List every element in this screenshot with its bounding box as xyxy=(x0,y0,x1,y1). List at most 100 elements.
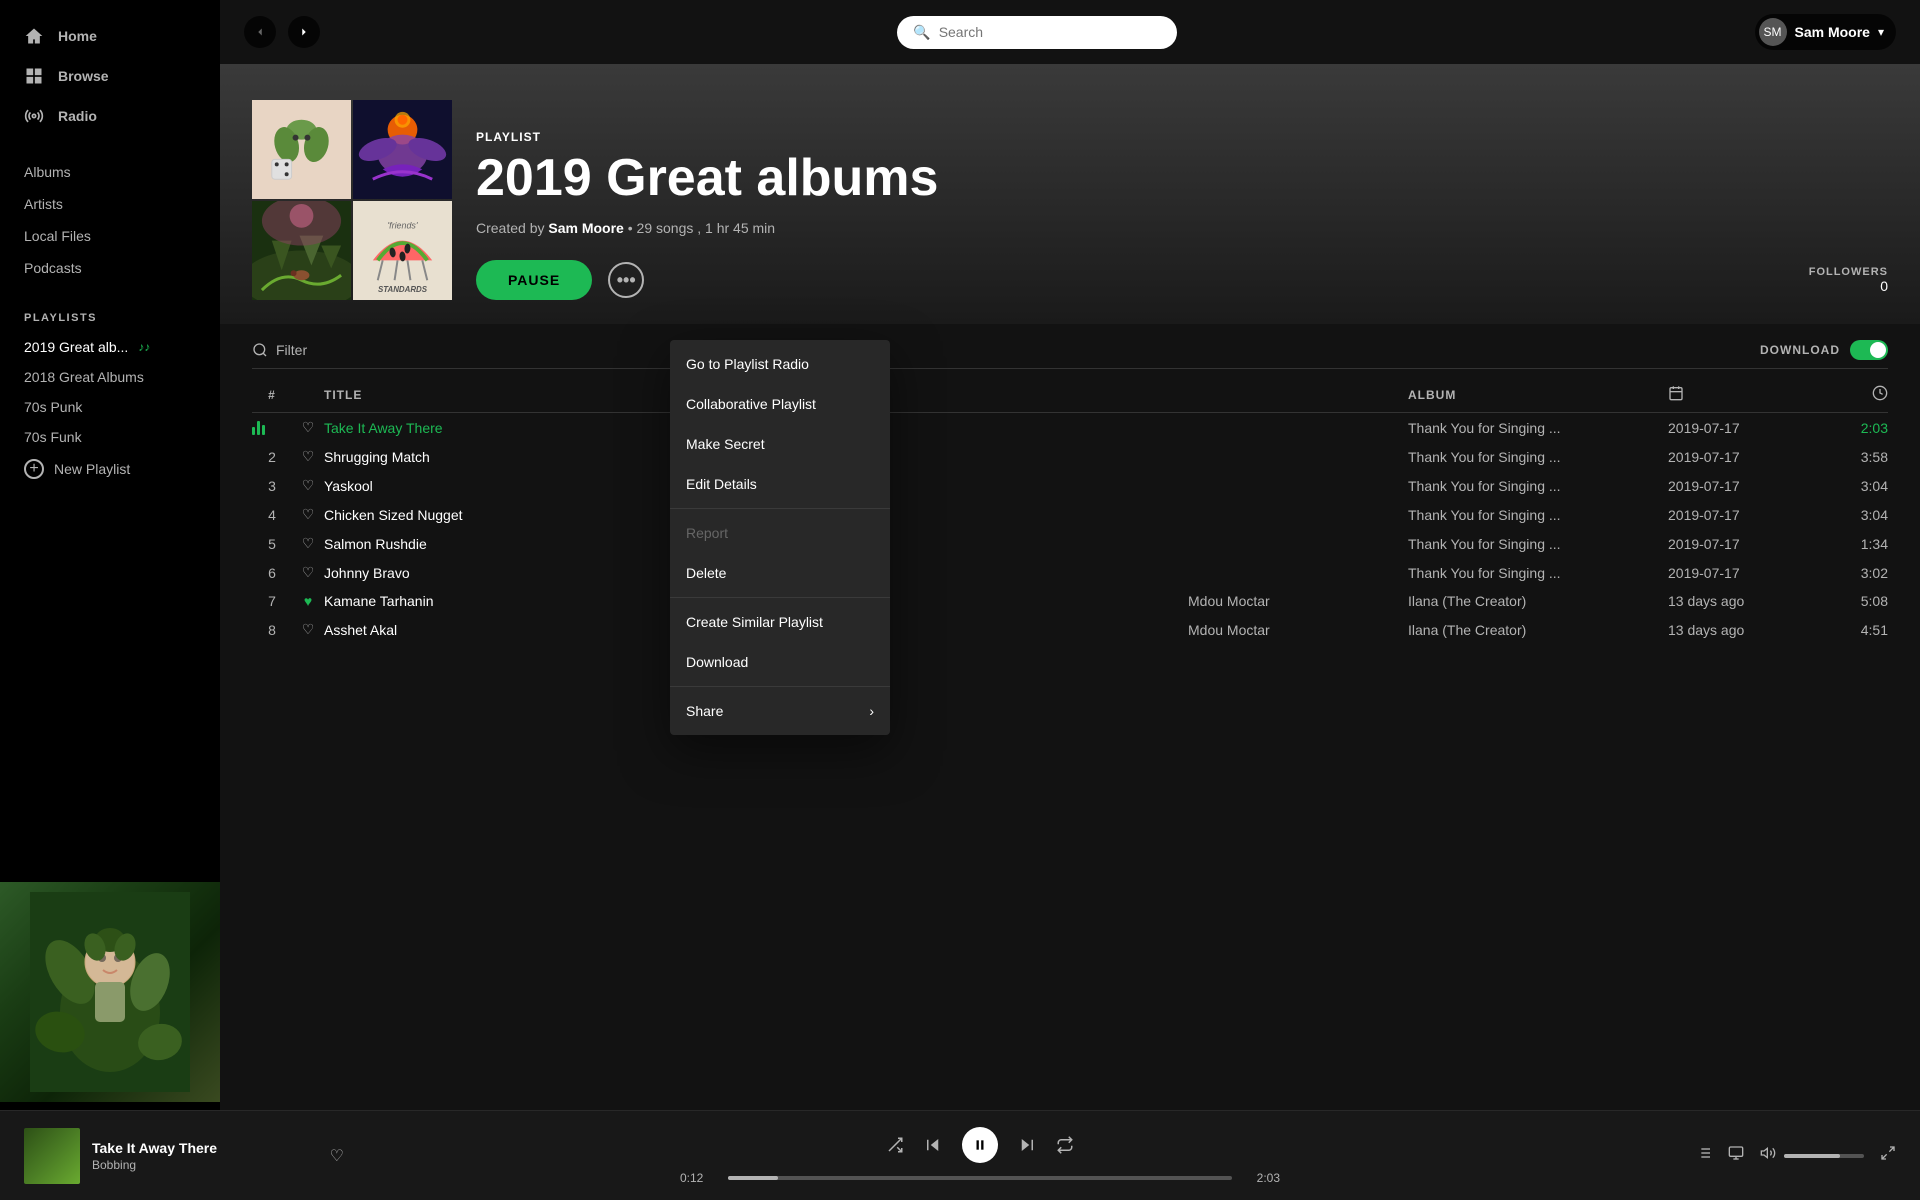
track-row[interactable]: 5 ♡ Salmon Rushdie Thank You for Singing… xyxy=(252,529,1888,558)
track-duration: 3:04 xyxy=(1808,478,1888,494)
track-row[interactable]: 4 ♡ Chicken Sized Nugget Thank You for S… xyxy=(252,500,1888,529)
playlist-title: 2019 Great albums xyxy=(476,152,1888,204)
progress-bar-container: 0:12 2:03 xyxy=(680,1171,1280,1185)
track-number: 2 xyxy=(252,449,292,465)
track-like-button[interactable]: ♡ xyxy=(292,477,324,494)
col-album-header: ALBUM xyxy=(1408,388,1668,402)
track-date: 2019-07-17 xyxy=(1668,449,1808,465)
track-like-button[interactable]: ♡ xyxy=(292,419,324,436)
top-bar: 🔍 SM Sam Moore ▾ xyxy=(220,0,1920,64)
col-duration-header xyxy=(1808,385,1888,404)
shuffle-button[interactable] xyxy=(886,1136,904,1154)
context-menu-create-similar[interactable]: Create Similar Playlist xyxy=(670,602,890,642)
track-row[interactable]: 6 ♡ Johnny Bravo Thank You for Singing .… xyxy=(252,558,1888,587)
context-menu-playlist-radio[interactable]: Go to Playlist Radio xyxy=(670,344,890,384)
sidebar-item-podcasts[interactable]: Podcasts xyxy=(0,252,220,284)
pause-play-button[interactable] xyxy=(962,1127,998,1163)
track-number: 3 xyxy=(252,478,292,494)
track-album: Thank You for Singing ... xyxy=(1408,536,1668,552)
sidebar-item-local-files[interactable]: Local Files xyxy=(0,220,220,252)
track-like-button[interactable]: ♡ xyxy=(292,621,324,638)
track-number: 4 xyxy=(252,507,292,523)
track-date: 2019-07-17 xyxy=(1668,420,1808,436)
now-playing-title: Take It Away There xyxy=(92,1140,318,1156)
cover-cell-2 xyxy=(353,100,452,199)
prev-button[interactable] xyxy=(924,1136,942,1154)
track-date: 13 days ago xyxy=(1668,622,1808,638)
track-row[interactable]: ♡ Take It Away There Thank You for Singi… xyxy=(252,413,1888,442)
track-like-button[interactable]: ♥ xyxy=(292,593,324,609)
sidebar-item-radio-label: Radio xyxy=(58,108,97,124)
sidebar-item-home[interactable]: Home xyxy=(0,16,220,56)
volume-track[interactable] xyxy=(1784,1154,1864,1158)
user-profile[interactable]: SM Sam Moore ▾ xyxy=(1755,14,1897,50)
track-list: ♡ Take It Away There Thank You for Singi… xyxy=(252,413,1888,644)
track-row[interactable]: 8 ♡ Asshet Akal Mdou Moctar Ilana (The C… xyxy=(252,615,1888,644)
track-album: Ilana (The Creator) xyxy=(1408,593,1668,609)
track-number: 7 xyxy=(252,593,292,609)
track-row[interactable]: 7 ♥ Kamane Tarhanin Mdou Moctar Ilana (T… xyxy=(252,587,1888,615)
track-like-button[interactable]: ♡ xyxy=(292,448,324,465)
playlist-item-label: 70s Punk xyxy=(24,399,82,415)
track-list-area[interactable]: Filter Download # TITLE ALBUM xyxy=(220,324,1920,1110)
sidebar-item-browse[interactable]: Browse xyxy=(0,56,220,96)
sidebar-item-70s-punk[interactable]: 70s Punk xyxy=(0,392,220,422)
track-album: Thank You for Singing ... xyxy=(1408,449,1668,465)
track-like-button[interactable]: ♡ xyxy=(292,506,324,523)
cover-cell-3 xyxy=(252,201,351,300)
created-by-prefix: Created by xyxy=(476,220,544,236)
track-album: Thank You for Singing ... xyxy=(1408,478,1668,494)
context-menu-make-secret[interactable]: Make Secret xyxy=(670,424,890,464)
context-menu-separator-1 xyxy=(670,508,890,509)
col-date-header xyxy=(1668,385,1808,404)
search-bar[interactable]: 🔍 xyxy=(897,16,1177,49)
track-row[interactable]: 3 ♡ Yaskool Thank You for Singing ... 20… xyxy=(252,471,1888,500)
user-name: Sam Moore xyxy=(1795,24,1870,40)
context-menu-playlist-radio-label: Go to Playlist Radio xyxy=(686,356,809,372)
new-playlist-button[interactable]: + New Playlist xyxy=(0,452,220,486)
context-menu-delete[interactable]: Delete xyxy=(670,553,890,593)
search-input[interactable] xyxy=(939,24,1162,40)
more-options-button[interactable]: ••• xyxy=(608,262,644,298)
track-like-button[interactable]: ♡ xyxy=(292,535,324,552)
track-date: 2019-07-17 xyxy=(1668,536,1808,552)
sidebar-item-70s-funk[interactable]: 70s Funk xyxy=(0,422,220,452)
sidebar-item-artists[interactable]: Artists xyxy=(0,188,220,220)
download-toggle-area: Download xyxy=(1760,340,1888,360)
track-duration: 2:03 xyxy=(1808,420,1888,436)
track-like-button[interactable]: ♡ xyxy=(292,564,324,581)
track-date: 2019-07-17 xyxy=(1668,565,1808,581)
download-toggle-switch[interactable] xyxy=(1850,340,1888,360)
fullscreen-button[interactable] xyxy=(1880,1145,1896,1166)
player-heart-button[interactable]: ♡ xyxy=(330,1146,344,1166)
sidebar-item-albums[interactable]: Albums xyxy=(0,156,220,188)
filter-input-container[interactable]: Filter xyxy=(252,342,307,358)
plus-circle-icon: + xyxy=(24,459,44,479)
playlist-meta: Created by Sam Moore • 29 songs , 1 hr 4… xyxy=(476,220,1888,236)
track-date: 13 days ago xyxy=(1668,593,1808,609)
bottom-player: Take It Away There Bobbing ♡ xyxy=(0,1110,1920,1200)
queue-button[interactable] xyxy=(1696,1145,1712,1166)
sidebar-item-2019-playlist[interactable]: 2019 Great alb... ♪♪ xyxy=(0,332,220,362)
sidebar-item-radio[interactable]: Radio xyxy=(0,96,220,136)
back-button[interactable] xyxy=(244,16,276,48)
filter-placeholder: Filter xyxy=(276,342,307,358)
context-menu-edit-details[interactable]: Edit Details xyxy=(670,464,890,504)
pause-button[interactable]: PAUSE xyxy=(476,260,592,300)
progress-track[interactable] xyxy=(728,1176,1232,1180)
volume-icon-button[interactable] xyxy=(1760,1145,1776,1166)
track-duration: 3:58 xyxy=(1808,449,1888,465)
column-headers: # TITLE ALBUM xyxy=(252,377,1888,413)
forward-button[interactable] xyxy=(288,16,320,48)
sidebar-item-2018-playlist[interactable]: 2018 Great Albums xyxy=(0,362,220,392)
now-playing-artist: Bobbing xyxy=(92,1158,318,1172)
repeat-button[interactable] xyxy=(1056,1136,1074,1154)
playlist-creator: Sam Moore xyxy=(548,220,623,236)
track-row[interactable]: 2 ♡ Shrugging Match Thank You for Singin… xyxy=(252,442,1888,471)
next-button[interactable] xyxy=(1018,1136,1036,1154)
context-menu-download[interactable]: Download xyxy=(670,642,890,682)
track-duration: 3:04 xyxy=(1808,507,1888,523)
context-menu-share[interactable]: Share › xyxy=(670,691,890,731)
devices-button[interactable] xyxy=(1728,1145,1744,1166)
context-menu-collaborative[interactable]: Collaborative Playlist xyxy=(670,384,890,424)
